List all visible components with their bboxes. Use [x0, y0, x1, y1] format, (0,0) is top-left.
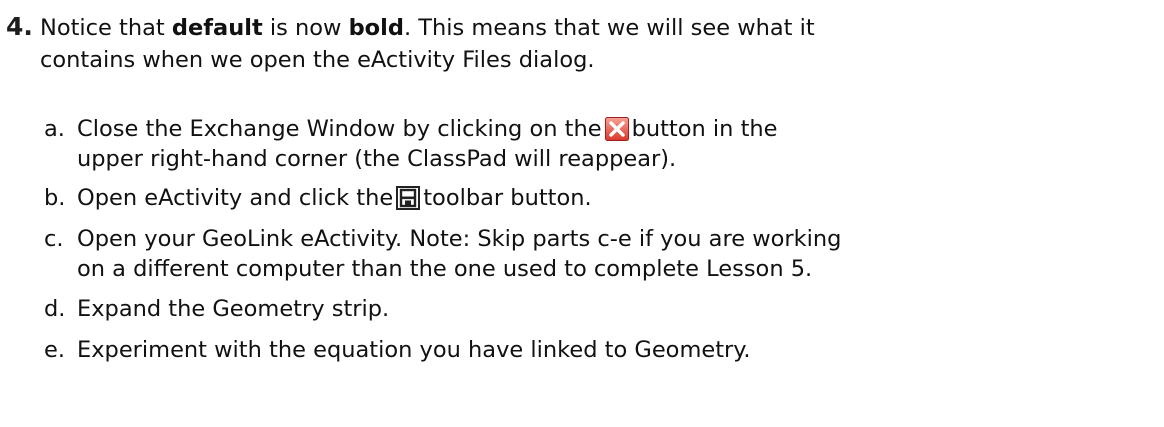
substep-text-line-2: upper right-hand corner (the ClassPad wi…: [77, 146, 677, 172]
save-floppy-icon: [396, 186, 421, 218]
keyword-default: default: [171, 15, 263, 41]
substep-letter: a.: [44, 116, 65, 142]
substep-text-line-2: on a different computer than the one use…: [77, 256, 813, 282]
substep-letter: b.: [44, 185, 66, 211]
substep-letter: e.: [44, 337, 65, 363]
step-text-line-1: Notice that default is now bold. This me…: [40, 15, 815, 41]
instruction-page: 4. Notice that default is now bold. This…: [0, 0, 1164, 427]
step-text-line-2: contains when we open the eActivity File…: [40, 47, 595, 73]
substep-letter: d.: [44, 296, 66, 322]
keyword-bold: bold: [348, 15, 404, 41]
substep-text-line-1: Open eActivity and click the toolbar butt…: [77, 183, 592, 218]
substep-letter: c.: [44, 226, 64, 252]
substep-text-line-1: Experiment with the equation you have li…: [77, 337, 751, 363]
substep-text-line-1: Open your GeoLink eActivity. Note: Skip …: [77, 226, 842, 252]
step-number: 4.: [6, 12, 33, 41]
substep-text-line-1: Expand the Geometry strip.: [77, 296, 390, 322]
